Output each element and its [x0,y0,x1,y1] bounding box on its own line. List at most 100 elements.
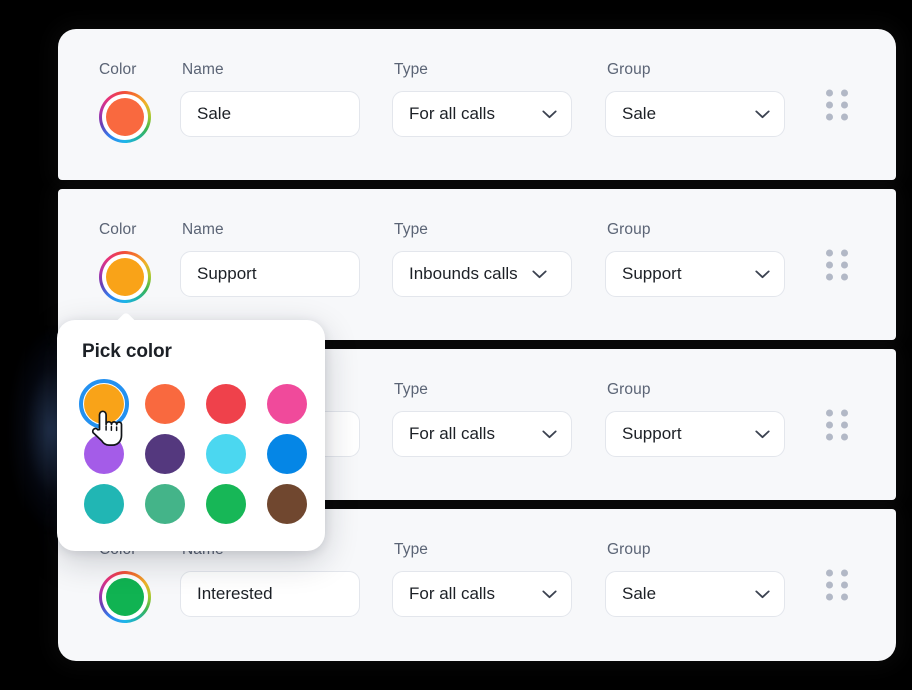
drag-handle-icon[interactable] [826,409,848,440]
group-select-1[interactable]: Sale [605,91,785,137]
drag-dot [826,113,833,120]
drag-dot [826,570,833,577]
type-select-value-3: For all calls [409,424,495,444]
drag-dot [826,421,833,428]
color-swatch-button-4[interactable] [99,571,151,623]
color-label-2: Color [99,221,151,239]
name-field-1: Name [180,61,360,137]
color-label-1: Color [99,61,151,79]
drag-dot [826,409,833,416]
color-option-light-purple[interactable] [79,429,129,479]
color-option-dot [84,434,124,474]
color-option-red[interactable] [201,379,251,429]
chevron-down-icon [524,270,547,279]
group-label-3: Group [607,381,785,399]
drag-dot [841,273,848,280]
color-field-4: Color [99,541,151,623]
group-label-4: Group [607,541,785,559]
drag-handle-icon[interactable] [826,570,848,601]
drag-dot [841,433,848,440]
chevron-down-icon [534,590,557,599]
group-select-value-2: Support [622,264,682,284]
drag-dot [841,594,848,601]
type-select-2[interactable]: Inbounds calls [392,251,572,297]
type-label-1: Type [394,61,572,79]
name-label-1: Name [182,61,360,79]
drag-dot [826,261,833,268]
name-input-2[interactable] [180,251,360,297]
drag-dot [841,89,848,96]
name-input-4[interactable] [180,571,360,617]
drag-dot [841,249,848,256]
color-option-green[interactable] [201,479,251,529]
type-select-value-2: Inbounds calls [409,264,518,284]
color-option-deep-purple[interactable] [140,429,190,479]
group-select-4[interactable]: Sale [605,571,785,617]
group-field-1: Group Sale [605,61,785,137]
drag-dot [841,101,848,108]
drag-dot [826,594,833,601]
name-field-4: Name [180,541,360,617]
type-select-3[interactable]: For all calls [392,411,572,457]
popup-title: Pick color [57,320,325,363]
color-option-dot [206,434,246,474]
group-select-3[interactable]: Support [605,411,785,457]
popup-arrow [115,311,137,322]
chevron-down-icon [747,430,770,439]
group-field-4: Group Sale [605,541,785,617]
drag-dot [841,421,848,428]
type-field-3: Type For all calls [392,381,572,457]
chevron-down-icon [747,590,770,599]
color-option-dot [267,434,307,474]
drag-dot [841,582,848,589]
drag-handle-icon[interactable] [826,89,848,120]
type-select-value-4: For all calls [409,584,495,604]
group-select-value-1: Sale [622,104,656,124]
name-label-2: Name [182,221,360,239]
name-input-1[interactable] [180,91,360,137]
drag-dot [826,101,833,108]
group-select-2[interactable]: Support [605,251,785,297]
color-field-1: Color [99,61,151,143]
drag-dot [841,409,848,416]
color-option-dot [145,434,185,474]
drag-dot [841,113,848,120]
color-picker-popup: Pick color [57,320,325,551]
color-option-dot [267,484,307,524]
color-swatch-fill-2 [106,258,144,296]
color-option-cyan[interactable] [201,429,251,479]
chevron-down-icon [534,430,557,439]
color-option-pink[interactable] [262,379,312,429]
color-swatch-fill-4 [106,578,144,616]
group-select-value-3: Support [622,424,682,444]
color-option-blue[interactable] [262,429,312,479]
group-label-1: Group [607,61,785,79]
type-select-4[interactable]: For all calls [392,571,572,617]
type-select-1[interactable]: For all calls [392,91,572,137]
color-option-sea-green[interactable] [140,479,190,529]
color-option-dot [84,484,124,524]
color-swatch-button-1[interactable] [99,91,151,143]
chevron-down-icon [534,110,557,119]
color-swatch-button-2[interactable] [99,251,151,303]
type-field-4: Type For all calls [392,541,572,617]
drag-dot [826,582,833,589]
color-swatch-grid [57,379,325,529]
color-option-brown[interactable] [262,479,312,529]
drag-handle-icon[interactable] [826,249,848,280]
group-field-3: Group Support [605,381,785,457]
chevron-down-icon [747,270,770,279]
color-option-amber[interactable] [79,379,129,429]
drag-dot [826,249,833,256]
color-option-dot [145,384,185,424]
group-field-2: Group Support [605,221,785,297]
type-label-3: Type [394,381,572,399]
color-option-coral[interactable] [140,379,190,429]
color-option-teal[interactable] [79,479,129,529]
drag-dot [826,273,833,280]
type-label-2: Type [394,221,572,239]
color-option-dot [84,384,124,424]
name-field-2: Name [180,221,360,297]
color-option-dot [145,484,185,524]
drag-dot [826,433,833,440]
